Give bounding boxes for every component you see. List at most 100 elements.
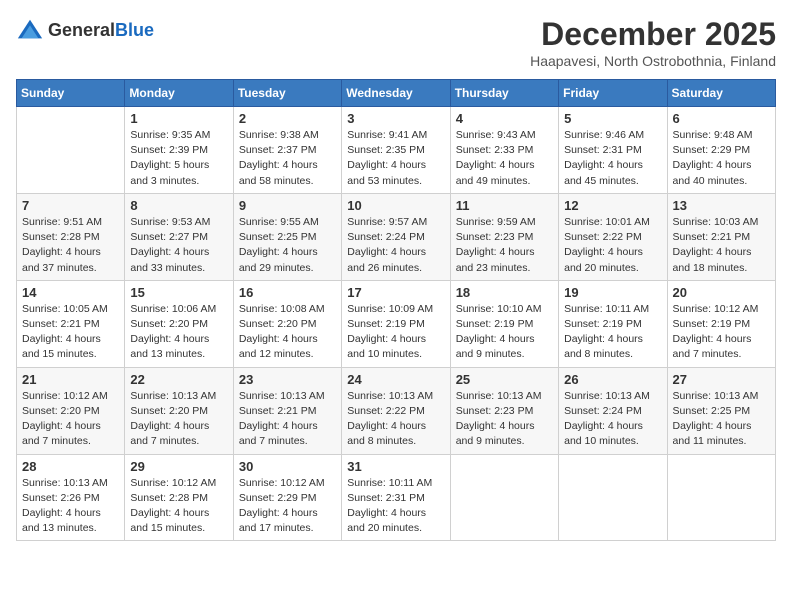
- days-of-week-row: SundayMondayTuesdayWednesdayThursdayFrid…: [17, 80, 776, 107]
- calendar-cell: 24 Sunrise: 10:13 AMSunset: 2:22 PMDaylig…: [342, 367, 450, 454]
- day-info: Sunrise: 10:13 AMSunset: 2:24 PMDaylight…: [564, 389, 661, 450]
- day-number: 24: [347, 372, 444, 387]
- calendar-week-row: 21Sunrise: 10:12 AMSunset: 2:20 PMDaylig…: [17, 367, 776, 454]
- day-info: Sunrise: 10:12 AMSunset: 2:29 PMDaylight…: [239, 476, 336, 537]
- location-subtitle: Haapavesi, North Ostrobothnia, Finland: [530, 53, 776, 69]
- calendar-cell: 9 Sunrise: 9:55 AMSunset: 2:25 PMDaylight…: [233, 193, 341, 280]
- day-info: Sunrise: 9:57 AMSunset: 2:24 PMDaylight:…: [347, 215, 444, 276]
- calendar-cell: 22 Sunrise: 10:13 AMSunset: 2:20 PMDaylig…: [125, 367, 233, 454]
- day-number: 15: [130, 285, 227, 300]
- calendar-cell: 12Sunrise: 10:01 AMSunset: 2:22 PMDaylig…: [559, 193, 667, 280]
- calendar-cell: 17 Sunrise: 10:09 AMSunset: 2:19 PMDaylig…: [342, 280, 450, 367]
- day-number: 10: [347, 198, 444, 213]
- logo-text-blue: Blue: [115, 20, 154, 40]
- logo-text-general: General: [48, 20, 115, 40]
- day-info: Sunrise: 9:55 AMSunset: 2:25 PMDaylight:…: [239, 215, 336, 276]
- day-number: 31: [347, 459, 444, 474]
- day-number: 17: [347, 285, 444, 300]
- calendar-week-row: 14Sunrise: 10:05 AMSunset: 2:21 PMDaylig…: [17, 280, 776, 367]
- day-info: Sunrise: 10:13 AMSunset: 2:22 PMDaylight…: [347, 389, 444, 450]
- day-info: Sunrise: 10:05 AMSunset: 2:21 PMDaylight…: [22, 302, 119, 363]
- day-info: Sunrise: 9:48 AMSunset: 2:29 PMDaylight:…: [673, 128, 770, 189]
- day-of-week-header: Wednesday: [342, 80, 450, 107]
- day-info: Sunrise: 9:51 AMSunset: 2:28 PMDaylight:…: [22, 215, 119, 276]
- calendar-week-row: 1Sunrise: 9:35 AMSunset: 2:39 PMDaylight…: [17, 107, 776, 194]
- day-of-week-header: Friday: [559, 80, 667, 107]
- title-block: December 2025 Haapavesi, North Ostroboth…: [530, 16, 776, 69]
- calendar-cell: 5 Sunrise: 9:46 AMSunset: 2:31 PMDaylight…: [559, 107, 667, 194]
- day-info: Sunrise: 9:43 AMSunset: 2:33 PMDaylight:…: [456, 128, 553, 189]
- calendar-cell: 26 Sunrise: 10:13 AMSunset: 2:24 PMDaylig…: [559, 367, 667, 454]
- calendar-cell: 8 Sunrise: 9:53 AMSunset: 2:27 PMDaylight…: [125, 193, 233, 280]
- calendar-cell: 23Sunrise: 10:13 AMSunset: 2:21 PMDaylig…: [233, 367, 341, 454]
- day-number: 18: [456, 285, 553, 300]
- calendar-week-row: 7 Sunrise: 9:51 AMSunset: 2:28 PMDaylight…: [17, 193, 776, 280]
- calendar-cell: [667, 454, 775, 541]
- day-info: Sunrise: 9:53 AMSunset: 2:27 PMDaylight:…: [130, 215, 227, 276]
- day-number: 9: [239, 198, 336, 213]
- calendar-header: SundayMondayTuesdayWednesdayThursdayFrid…: [17, 80, 776, 107]
- calendar-cell: 4Sunrise: 9:43 AMSunset: 2:33 PMDaylight…: [450, 107, 558, 194]
- day-info: Sunrise: 10:11 AMSunset: 2:19 PMDaylight…: [564, 302, 661, 363]
- calendar-cell: 15 Sunrise: 10:06 AMSunset: 2:20 PMDaylig…: [125, 280, 233, 367]
- day-number: 20: [673, 285, 770, 300]
- day-info: Sunrise: 10:08 AMSunset: 2:20 PMDaylight…: [239, 302, 336, 363]
- day-info: Sunrise: 10:13 AMSunset: 2:20 PMDaylight…: [130, 389, 227, 450]
- day-info: Sunrise: 10:12 AMSunset: 2:19 PMDaylight…: [673, 302, 770, 363]
- day-number: 22: [130, 372, 227, 387]
- calendar-cell: 27Sunrise: 10:13 AMSunset: 2:25 PMDaylig…: [667, 367, 775, 454]
- day-number: 26: [564, 372, 661, 387]
- day-number: 7: [22, 198, 119, 213]
- day-number: 11: [456, 198, 553, 213]
- day-number: 29: [130, 459, 227, 474]
- day-info: Sunrise: 9:38 AMSunset: 2:37 PMDaylight:…: [239, 128, 336, 189]
- calendar-cell: 10 Sunrise: 9:57 AMSunset: 2:24 PMDayligh…: [342, 193, 450, 280]
- day-info: Sunrise: 10:06 AMSunset: 2:20 PMDaylight…: [130, 302, 227, 363]
- calendar-cell: 7 Sunrise: 9:51 AMSunset: 2:28 PMDaylight…: [17, 193, 125, 280]
- day-number: 6: [673, 111, 770, 126]
- logo: GeneralBlue: [16, 16, 154, 44]
- day-number: 23: [239, 372, 336, 387]
- calendar-cell: 28 Sunrise: 10:13 AMSunset: 2:26 PMDaylig…: [17, 454, 125, 541]
- calendar-cell: 31 Sunrise: 10:11 AMSunset: 2:31 PMDaylig…: [342, 454, 450, 541]
- calendar-cell: 2 Sunrise: 9:38 AMSunset: 2:37 PMDaylight…: [233, 107, 341, 194]
- day-number: 19: [564, 285, 661, 300]
- calendar-cell: 21Sunrise: 10:12 AMSunset: 2:20 PMDaylig…: [17, 367, 125, 454]
- calendar-cell: 14Sunrise: 10:05 AMSunset: 2:21 PMDaylig…: [17, 280, 125, 367]
- day-info: Sunrise: 10:10 AMSunset: 2:19 PMDaylight…: [456, 302, 553, 363]
- calendar-cell: 13 Sunrise: 10:03 AMSunset: 2:21 PMDaylig…: [667, 193, 775, 280]
- calendar-cell: 19 Sunrise: 10:11 AMSunset: 2:19 PMDaylig…: [559, 280, 667, 367]
- day-number: 30: [239, 459, 336, 474]
- day-number: 5: [564, 111, 661, 126]
- day-info: Sunrise: 9:59 AMSunset: 2:23 PMDaylight:…: [456, 215, 553, 276]
- calendar-cell: 29 Sunrise: 10:12 AMSunset: 2:28 PMDaylig…: [125, 454, 233, 541]
- calendar-cell: 25 Sunrise: 10:13 AMSunset: 2:23 PMDaylig…: [450, 367, 558, 454]
- calendar-cell: 20 Sunrise: 10:12 AMSunset: 2:19 PMDaylig…: [667, 280, 775, 367]
- calendar-cell: [450, 454, 558, 541]
- day-of-week-header: Monday: [125, 80, 233, 107]
- calendar-cell: [559, 454, 667, 541]
- day-number: 2: [239, 111, 336, 126]
- day-number: 13: [673, 198, 770, 213]
- calendar-cell: 3 Sunrise: 9:41 AMSunset: 2:35 PMDaylight…: [342, 107, 450, 194]
- day-info: Sunrise: 10:03 AMSunset: 2:21 PMDaylight…: [673, 215, 770, 276]
- day-info: Sunrise: 9:46 AMSunset: 2:31 PMDaylight:…: [564, 128, 661, 189]
- day-info: Sunrise: 10:13 AMSunset: 2:23 PMDaylight…: [456, 389, 553, 450]
- day-info: Sunrise: 10:09 AMSunset: 2:19 PMDaylight…: [347, 302, 444, 363]
- day-number: 1: [130, 111, 227, 126]
- day-of-week-header: Sunday: [17, 80, 125, 107]
- day-number: 8: [130, 198, 227, 213]
- day-info: Sunrise: 10:01 AMSunset: 2:22 PMDaylight…: [564, 215, 661, 276]
- day-number: 28: [22, 459, 119, 474]
- calendar-cell: 6 Sunrise: 9:48 AMSunset: 2:29 PMDaylight…: [667, 107, 775, 194]
- day-info: Sunrise: 10:11 AMSunset: 2:31 PMDaylight…: [347, 476, 444, 537]
- month-year-title: December 2025: [530, 16, 776, 53]
- day-info: Sunrise: 10:13 AMSunset: 2:25 PMDaylight…: [673, 389, 770, 450]
- day-info: Sunrise: 10:12 AMSunset: 2:28 PMDaylight…: [130, 476, 227, 537]
- day-number: 25: [456, 372, 553, 387]
- day-info: Sunrise: 9:41 AMSunset: 2:35 PMDaylight:…: [347, 128, 444, 189]
- day-number: 3: [347, 111, 444, 126]
- logo-icon: [16, 16, 44, 44]
- day-info: Sunrise: 10:13 AMSunset: 2:26 PMDaylight…: [22, 476, 119, 537]
- page-header: GeneralBlue December 2025 Haapavesi, Nor…: [16, 16, 776, 69]
